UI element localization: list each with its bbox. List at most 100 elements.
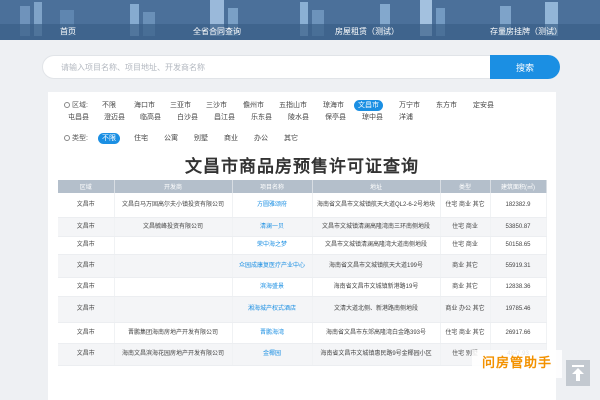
project-link[interactable]: 滨海盛景 [260, 284, 284, 290]
region-chip[interactable]: 临高县 [136, 112, 165, 123]
type-chip[interactable]: 住宅 [130, 133, 152, 144]
search-button[interactable]: 搜索 [490, 55, 560, 79]
project-link[interactable]: 众园成康复医疗产业中心 [239, 263, 305, 269]
search-input[interactable] [42, 55, 490, 79]
table-header-row: 区域 开发商 项目名称 地址 类型 建筑面积(㎡) [58, 180, 547, 193]
project-link[interactable]: 荣中海之梦 [257, 242, 287, 248]
cell-developer [114, 236, 233, 255]
cell-address: 文昌市文城镇清澜高隆湾南三环南侧地段 [312, 217, 441, 237]
column-header: 建筑面积(㎡) [490, 180, 547, 193]
table-row[interactable]: 文昌市 文昌毓峰投资有限公司 清澜一贝 文昌市文城镇清澜高隆湾南三环南侧地段 住… [58, 217, 547, 237]
cell-address: 文清大道北侧、新港路南侧地段 [312, 296, 441, 323]
housing-assistant-button[interactable]: 问房管助手 [472, 350, 562, 378]
nav-contract-search[interactable]: 全省合同查询 [193, 24, 241, 40]
type-chip[interactable]: 别墅 [190, 133, 212, 144]
cell-area: 12838.36 [490, 277, 547, 297]
cell-address: 海南省文昌市文城镇惠民路9号金椰园小区 [312, 343, 441, 366]
region-chip[interactable]: 万宁市 [395, 100, 424, 111]
region-filter-row: 区域: 不限 海口市 三亚市 三沙市 儋州市 五指山市 琼海市 文昌市 万宁市 … [64, 100, 544, 111]
type-chip[interactable]: 办公 [250, 133, 272, 144]
region-chip[interactable]: 乐东县 [247, 112, 276, 123]
cell-region: 文昌市 [58, 322, 115, 344]
region-chip[interactable]: 琼中县 [358, 112, 387, 123]
region-chip[interactable]: 东方市 [432, 100, 461, 111]
table-row[interactable]: 文昌市 荣中海之梦 文昌市文城镇清澜高隆湾大道南侧地段 住宅 商业 50158.… [58, 236, 547, 255]
column-header: 区域 [58, 180, 115, 193]
cell-developer: 晋鹏集团海南房地产开发有限公司 [114, 322, 233, 344]
region-chip[interactable]: 洋浦 [395, 112, 417, 123]
cell-area: 50158.65 [490, 236, 547, 255]
region-filter-row-2: 屯昌县 澄迈县 临高县 白沙县 昌江县 乐东县 陵水县 保亭县 琼中县 洋浦 [64, 112, 544, 123]
cell-developer [114, 296, 233, 323]
cell-address: 海南省文昌市东郊高隆湾白金路393号 [312, 322, 441, 344]
cell-address: 海南省文昌市文城镇航天大道199号 [312, 254, 441, 278]
cell-address: 海南省文昌市文城镇航天大道QL2-6-2号地块 [312, 193, 441, 218]
type-filter-row: 类型: 不限 住宅 公寓 别墅 商业 办公 其它 [64, 133, 544, 144]
arrow-up-icon [572, 365, 584, 381]
cell-area: 55919.31 [490, 254, 547, 278]
region-chip[interactable]: 白沙县 [173, 112, 202, 123]
cell-developer: 文昌毓峰投资有限公司 [114, 217, 233, 237]
cell-type: 住宅 商业 [440, 236, 491, 255]
cell-type: 商业 办公 其它 [440, 296, 491, 323]
cell-area: 19785.46 [490, 296, 547, 323]
region-chip[interactable]: 陵水县 [284, 112, 313, 123]
project-link[interactable]: 清澜一贝 [260, 224, 284, 230]
type-chip-selected[interactable]: 不限 [98, 133, 120, 144]
nav-existing-listing[interactable]: 存量房挂牌（测试） [490, 24, 562, 40]
cell-developer: 海南文昌滨海花园房地产开发有限公司 [114, 343, 233, 366]
cell-project[interactable]: 清澜一贝 [232, 217, 313, 237]
region-chip[interactable]: 海口市 [130, 100, 159, 111]
type-chip[interactable]: 商业 [220, 133, 242, 144]
project-link[interactable]: 金椰园 [263, 351, 281, 357]
back-to-top-button[interactable] [566, 360, 590, 386]
cell-project[interactable]: 荣中海之梦 [232, 236, 313, 255]
project-link[interactable]: 方圆雅颂府 [257, 202, 287, 208]
cell-developer [114, 254, 233, 278]
region-chip[interactable]: 保亭县 [321, 112, 350, 123]
location-icon [64, 102, 70, 108]
cell-region: 文昌市 [58, 193, 115, 218]
region-chip[interactable]: 三亚市 [166, 100, 195, 111]
presale-permit-table: 区域 开发商 项目名称 地址 类型 建筑面积(㎡) 文昌市 文昌白马万固高尔夫小… [58, 180, 547, 366]
region-chip[interactable]: 澄迈县 [100, 112, 129, 123]
type-chip[interactable]: 其它 [280, 133, 302, 144]
cell-project[interactable]: 湘海城产权式酒店 [232, 296, 313, 323]
cell-project[interactable]: 方圆雅颂府 [232, 193, 313, 218]
region-chip[interactable]: 儋州市 [239, 100, 268, 111]
table-row[interactable]: 文昌市 晋鹏集团海南房地产开发有限公司 晋鹏海湾 海南省文昌市东郊高隆湾白金路3… [58, 322, 547, 344]
cell-project[interactable]: 金椰园 [232, 343, 313, 366]
cell-region: 文昌市 [58, 254, 115, 278]
region-chip[interactable]: 定安县 [469, 100, 498, 111]
table-row[interactable]: 文昌市 湘海城产权式酒店 文清大道北侧、新港路南侧地段 商业 办公 其它 197… [58, 296, 547, 323]
region-chip[interactable]: 屯昌县 [64, 112, 93, 123]
cell-type: 住宅 商业 其它 [440, 322, 491, 344]
project-link[interactable]: 湘海城产权式酒店 [248, 306, 296, 312]
cell-type: 住宅 商业 [440, 217, 491, 237]
cell-region: 文昌市 [58, 343, 115, 366]
tag-icon [64, 135, 70, 141]
cell-project[interactable]: 滨海盛景 [232, 277, 313, 297]
table-row[interactable]: 文昌市 文昌白马万固高尔夫小镇投资有限公司 方圆雅颂府 海南省文昌市文城镇航天大… [58, 193, 547, 218]
region-chip[interactable]: 琼海市 [319, 100, 348, 111]
cell-project[interactable]: 众园成康复医疗产业中心 [232, 254, 313, 278]
cell-project[interactable]: 晋鹏海湾 [232, 322, 313, 344]
table-row[interactable]: 文昌市 滨海盛景 海南省文昌市文城镇新港路19号 商业 其它 12838.36 [58, 277, 547, 297]
cell-type: 商业 其它 [440, 254, 491, 278]
region-chip[interactable]: 五指山市 [275, 100, 311, 111]
region-chip[interactable]: 三沙市 [202, 100, 231, 111]
type-chip[interactable]: 公寓 [160, 133, 182, 144]
region-chip[interactable]: 不限 [98, 100, 120, 111]
cell-region: 文昌市 [58, 217, 115, 237]
type-filter-label: 类型: [64, 133, 88, 144]
table-row[interactable]: 文昌市 众园成康复医疗产业中心 海南省文昌市文城镇航天大道199号 商业 其它 … [58, 254, 547, 278]
project-link[interactable]: 晋鹏海湾 [260, 330, 284, 336]
cell-address: 文昌市文城镇清澜高隆湾大道南侧地段 [312, 236, 441, 255]
nav-rent-listing[interactable]: 房屋租赁（测试） [335, 24, 399, 40]
cell-developer [114, 277, 233, 297]
cell-type: 商业 其它 [440, 277, 491, 297]
region-chip[interactable]: 昌江县 [210, 112, 239, 123]
cell-area: 53850.87 [490, 217, 547, 237]
nav-home[interactable]: 首页 [60, 24, 76, 40]
region-chip-selected[interactable]: 文昌市 [354, 100, 383, 111]
